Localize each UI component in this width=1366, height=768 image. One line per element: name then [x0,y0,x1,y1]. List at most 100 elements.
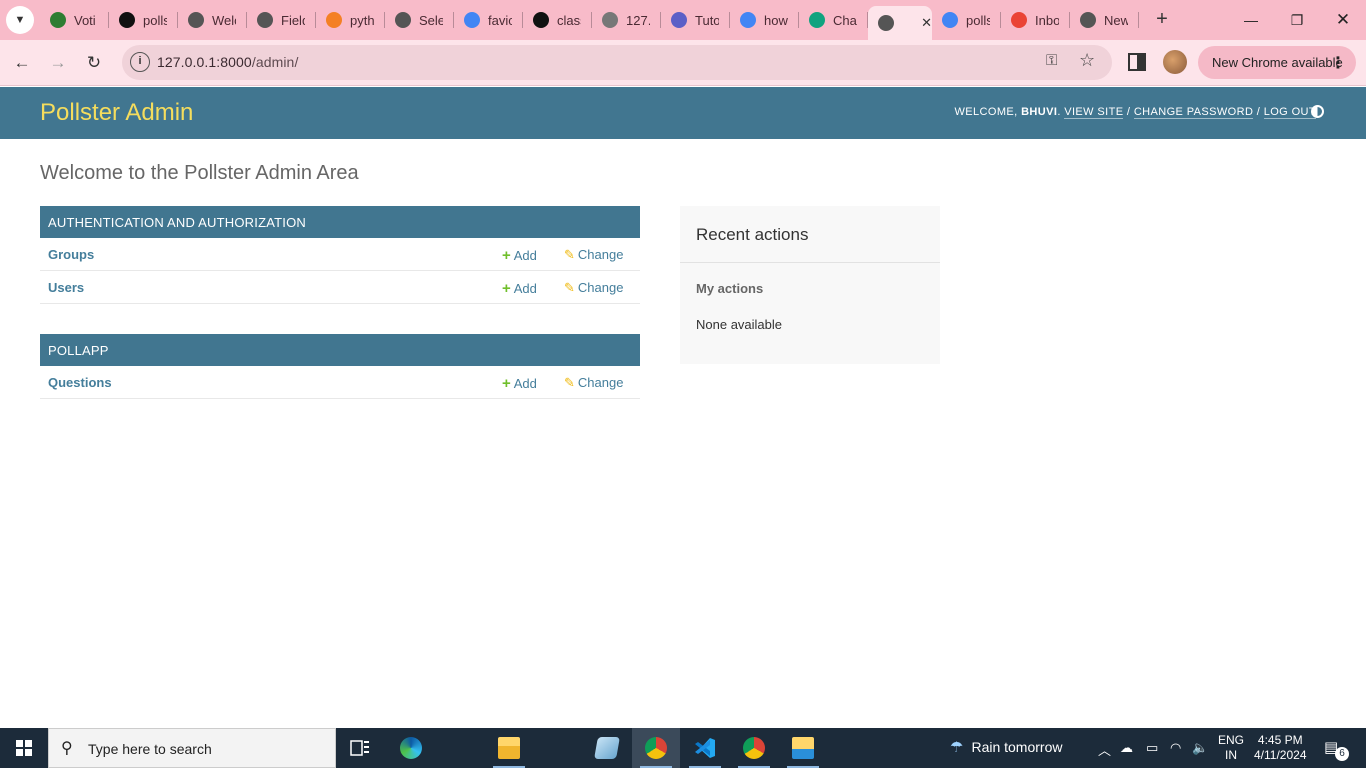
module-caption[interactable]: Authentication and Authorization [40,206,640,238]
site-branding[interactable]: Pollster Admin [40,99,193,127]
close-window-button[interactable]: ✕ [1320,0,1366,40]
wifi-icon[interactable]: ◠ [1170,740,1181,756]
minimize-icon: — [1244,12,1258,28]
chrome-icon [1080,12,1096,28]
browser-tab[interactable]: Field [247,0,316,40]
change-users-button[interactable]: ✎ Change [564,280,623,296]
module-caption[interactable]: Pollapp [40,334,640,366]
vscode-taskbar-button[interactable] [681,728,729,768]
theme-toggle-icon[interactable] [1311,105,1324,118]
onedrive-icon[interactable]: ☁ [1120,740,1133,756]
volume-icon[interactable]: 🔈 [1192,740,1208,756]
browser-tab[interactable]: Sele [385,0,454,40]
log-out-link[interactable]: Log out [1263,106,1316,119]
my-actions-heading: My actions [696,281,764,296]
browser-tab[interactable]: how [730,0,799,40]
taskbar: ⚲ Type here to search ☂ Rain tomorrow ︿ ☁… [0,728,1366,768]
user-tools: Welcome, Bhuvi. View site / Change passw… [954,106,1316,119]
battery-icon[interactable]: ▭ [1146,740,1158,756]
weather-widget[interactable]: ☂ Rain tomorrow [950,738,1062,756]
add-label: Add [513,281,537,296]
change-groups-button[interactable]: ✎ Change [564,247,623,263]
browser-tab[interactable]: Welc [178,0,247,40]
change-questions-button[interactable]: ✎ Change [564,375,623,391]
google-icon [942,12,958,28]
recent-actions-panel: Recent actions My actions None available [680,206,940,364]
notepad-taskbar-button[interactable] [583,728,631,768]
welcome-text: Welcome, [954,106,1018,118]
chevron-up-icon[interactable]: ︿ [1098,740,1111,759]
input-language[interactable]: ENG IN [1218,733,1244,763]
browser-tab[interactable]: polls [109,0,178,40]
browser-tab[interactable]: New [1070,0,1139,40]
chrome-taskbar-button[interactable] [632,728,680,768]
page-title: Welcome to the Pollster Admin Area [40,162,359,184]
browser-tab[interactable]: pyth [316,0,385,40]
plus-icon: + [502,280,511,297]
admin-header: Pollster Admin Welcome, Bhuvi. View site… [0,87,1366,139]
reload-button[interactable]: ↻ [80,49,108,77]
update-chrome-button[interactable]: New Chrome available ⋮ [1198,46,1356,79]
pencil-icon: ✎ [564,247,575,262]
tab-title: polls [143,12,167,28]
tab-title: Voti [74,12,96,28]
add-label: Add [513,248,537,263]
url-path: /admin/ [251,54,299,70]
change-password-link[interactable]: Change password [1133,106,1254,119]
tab-title: Sele [419,12,443,28]
task-view-button[interactable] [336,728,384,768]
browser-tab[interactable]: Inbo [1001,0,1070,40]
start-button[interactable] [0,728,48,768]
browser-tab[interactable]: polls [932,0,1001,40]
add-groups-button[interactable]: + Add [502,247,537,264]
clock[interactable]: 4:45 PM 4/11/2024 [1254,733,1307,763]
url-text[interactable]: 127.0.0.1:8000/admin/ [157,54,298,70]
browser-tab[interactable]: Chat [799,0,868,40]
close-tab-icon[interactable]: ✕ [921,15,932,31]
notification-center-button[interactable]: ▤ 6 [1324,738,1349,761]
add-users-button[interactable]: + Add [502,280,537,297]
browser-tab[interactable]: 127. [592,0,661,40]
edge-icon [400,737,422,759]
side-panel-icon[interactable] [1128,53,1146,71]
minimize-button[interactable]: — [1228,0,1274,40]
chatgpt-icon [809,12,825,28]
change-label: Change [577,375,624,390]
add-questions-button[interactable]: + Add [502,375,537,392]
file-explorer-taskbar-button[interactable] [485,728,533,768]
browser-tab[interactable]: class [523,0,592,40]
browser-tab[interactable]: ✕ [868,6,932,40]
tab-title: 127. [626,12,650,28]
view-site-link[interactable]: View site [1064,106,1124,119]
pencil-icon: ✎ [564,375,575,390]
browser-tab[interactable]: Voti [40,0,109,40]
back-button[interactable]: ← [8,49,36,77]
site-info-icon[interactable]: i [130,52,150,72]
bookmark-star-icon[interactable]: ☆ [1079,50,1095,71]
github-icon [119,12,135,28]
restore-button[interactable]: ❐ [1274,0,1320,40]
plus-icon: + [1156,8,1168,30]
address-bar[interactable]: i 127.0.0.1:8000/admin/ ⚿ ☆ [122,45,1112,80]
model-link-users[interactable]: Users [48,280,84,295]
tab-list: Voti polls Welc Field pyth Sele favic class 127.… [40,0,1139,40]
new-tab-button[interactable]: + [1150,8,1174,32]
model-link-groups[interactable]: Groups [48,247,94,262]
globe-icon [602,12,618,28]
taskbar-search[interactable]: ⚲ Type here to search [48,728,336,768]
file-taskbar-button[interactable] [779,728,827,768]
browser-tab[interactable]: Tuto [661,0,730,40]
forward-button[interactable]: → [44,49,72,77]
tab-search-button[interactable]: ▼ [6,6,34,34]
profile-avatar[interactable] [1163,50,1187,74]
chrome-profile-taskbar-button[interactable] [730,728,778,768]
tab-title: Inbo [1035,12,1059,28]
browser-tab[interactable]: favic [454,0,523,40]
globe-icon [395,12,411,28]
more-menu-icon[interactable]: ⋮ [1330,53,1346,73]
folder-icon [498,737,520,759]
model-link-questions[interactable]: Questions [48,375,112,390]
vscode-icon [695,738,715,758]
edge-taskbar-button[interactable] [387,728,435,768]
password-key-icon[interactable]: ⚿ [1046,52,1057,69]
